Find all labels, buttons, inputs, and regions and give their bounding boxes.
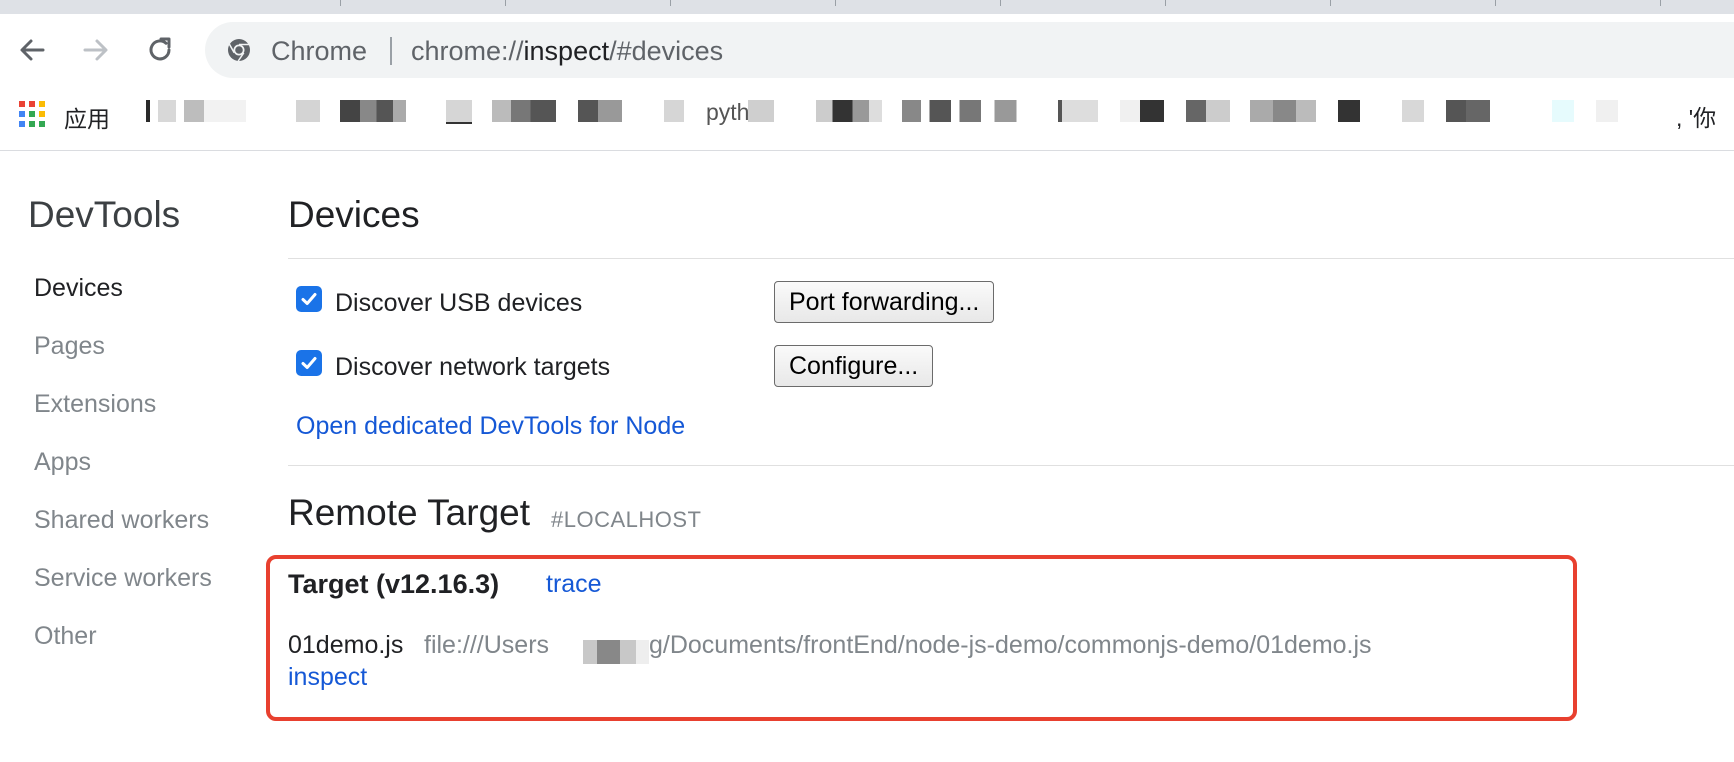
back-arrow-icon — [20, 39, 45, 61]
bookmark-partial-text[interactable]: pyth — [706, 99, 749, 126]
omnibox-divider — [390, 37, 392, 65]
sidebar-item-pages[interactable]: Pages — [34, 332, 105, 361]
open-node-devtools-link[interactable]: Open dedicated DevTools for Node — [296, 412, 685, 441]
sidebar-item-other[interactable]: Other — [34, 622, 97, 651]
target-name: Target (v12.16.3) — [288, 569, 500, 599]
bookmark-blurred[interactable] — [1186, 100, 1230, 122]
bookmark-blurred[interactable] — [578, 100, 622, 122]
bookmark-blurred[interactable] — [1446, 100, 1490, 122]
bookmark-blurred[interactable] — [1596, 100, 1618, 122]
apps-grid-icon[interactable] — [18, 100, 46, 128]
url-scheme: chrome:// — [411, 36, 524, 66]
bookmark-blurred[interactable] — [1552, 100, 1574, 122]
tab-separator — [1165, 0, 1166, 6]
discover-usb-checkbox[interactable] — [296, 286, 322, 312]
tab-separator — [1660, 0, 1661, 6]
url-text: chrome://inspect/#devices — [411, 36, 723, 67]
discover-network-checkbox[interactable] — [296, 350, 322, 376]
bookmark-blurred[interactable] — [340, 100, 406, 122]
remote-target-title: Remote Target — [288, 492, 530, 533]
address-bar[interactable]: Chrome chrome://inspect/#devices — [205, 22, 1734, 78]
configure-button[interactable]: Configure... — [774, 345, 934, 387]
discover-usb-label: Discover USB devices — [335, 289, 583, 317]
bookmark-blurred[interactable] — [894, 100, 1030, 122]
bookmarks-bar: 应用 pyth , '你 — [0, 86, 1734, 151]
bookmark-blurred[interactable] — [816, 100, 882, 122]
divider — [288, 258, 1734, 259]
bookmark-blurred[interactable] — [446, 100, 472, 124]
target-file-path-start: file:///Users — [424, 631, 550, 659]
port-forwarding-button[interactable]: Port forwarding... — [774, 281, 995, 323]
tab-separator — [505, 0, 506, 6]
bookmark-blurred[interactable] — [748, 100, 774, 122]
chrome-logo-icon — [228, 39, 250, 62]
checkmark-icon — [301, 293, 317, 305]
sidebar-title: DevTools — [28, 194, 181, 235]
trace-link[interactable]: trace — [546, 570, 602, 599]
sidebar-item-shared-workers[interactable]: Shared workers — [34, 506, 209, 535]
checkmark-icon — [301, 357, 317, 369]
remote-target-host: #LOCALHOST — [551, 507, 702, 532]
bookmark-blurred[interactable] — [664, 100, 684, 122]
bookmark-blurred[interactable] — [1250, 100, 1316, 122]
bookmark-blurred[interactable] — [296, 100, 320, 122]
url-host: inspect — [523, 36, 610, 66]
bookmark-blurred[interactable] — [1338, 100, 1360, 122]
tab-separator — [340, 0, 341, 6]
tab-separator — [670, 0, 671, 6]
url-path: /#devices — [609, 36, 724, 66]
forward-arrow-icon — [83, 39, 108, 61]
bookmark-blurred[interactable] — [146, 100, 246, 122]
browser-toolbar: Chrome chrome://inspect/#devices — [0, 14, 1734, 86]
target-file-name: 01demo.js — [288, 631, 404, 659]
sidebar-item-extensions[interactable]: Extensions — [34, 390, 156, 419]
bookmark-partial-text[interactable]: , '你 — [1676, 99, 1716, 133]
reload-icon — [149, 37, 171, 61]
tab-strip — [0, 0, 1734, 14]
forward-button[interactable] — [78, 32, 114, 68]
site-label: Chrome — [271, 36, 368, 66]
bookmark-blurred[interactable] — [1058, 100, 1098, 122]
tab-separator — [1330, 0, 1331, 6]
redacted-username — [577, 640, 649, 664]
sidebar-item-service-workers[interactable]: Service workers — [34, 564, 212, 593]
bookmark-blurred[interactable] — [1402, 100, 1424, 122]
bookmark-apps[interactable]: 应用 — [64, 100, 110, 134]
target-file-path-end: g/Documents/frontEnd/node-js-demo/common… — [649, 631, 1372, 659]
back-button[interactable] — [14, 32, 50, 68]
tab-separator — [835, 0, 836, 6]
sidebar-item-devices[interactable]: Devices — [34, 274, 123, 303]
inspect-link[interactable]: inspect — [288, 663, 367, 692]
bookmark-blurred[interactable] — [1120, 100, 1164, 122]
divider — [288, 465, 1734, 466]
tab-separator — [1495, 0, 1496, 6]
page-title: Devices — [288, 194, 420, 235]
discover-network-label: Discover network targets — [335, 353, 611, 381]
sidebar-item-apps[interactable]: Apps — [34, 448, 91, 477]
bookmark-blurred[interactable] — [492, 100, 556, 122]
tab-separator — [1000, 0, 1001, 6]
reload-button[interactable] — [142, 32, 178, 68]
